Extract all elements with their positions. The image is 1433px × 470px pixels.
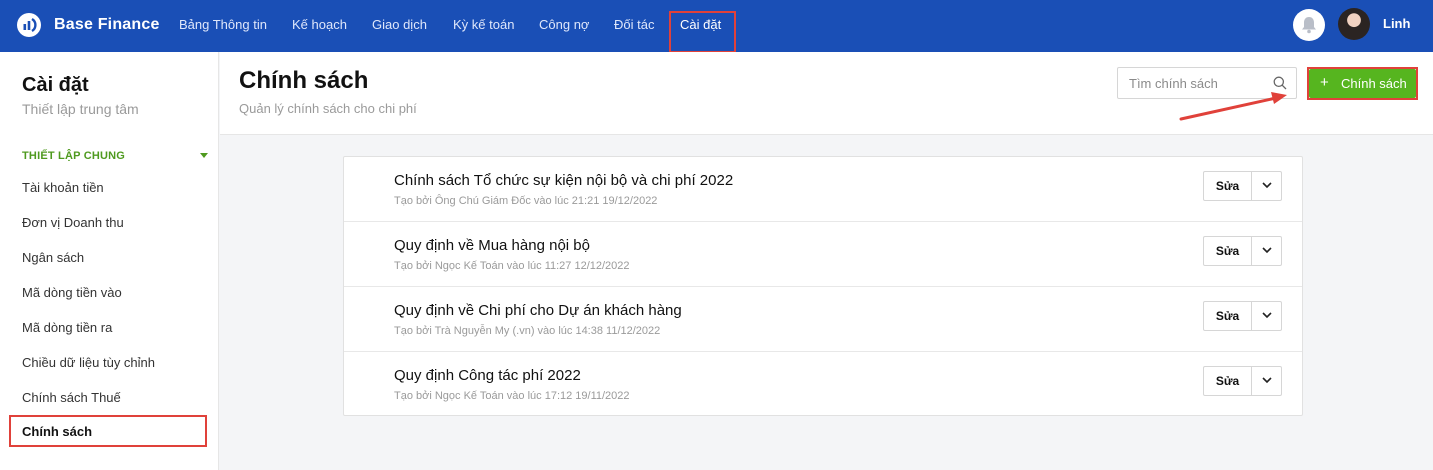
annotation-arrow-icon <box>1179 92 1287 121</box>
nav-item-dashboard[interactable]: Bảng Thông tin <box>179 17 267 32</box>
policy-row[interactable]: Quy định Công tác phí 2022 Tạo bởi Ngọc … <box>344 352 1302 417</box>
policy-row[interactable]: Chính sách Tổ chức sự kiện nội bộ và chi… <box>344 157 1302 222</box>
annotation-highlight-add-button <box>1307 67 1418 100</box>
sidebar-subtitle: Thiết lập trung tâm <box>22 101 139 117</box>
nav-item-plans[interactable]: Kế hoạch <box>292 17 347 32</box>
policy-row[interactable]: Quy định về Chi phí cho Dự án khách hàng… <box>344 287 1302 352</box>
edit-button[interactable]: Sửa <box>1204 367 1252 395</box>
sidebar-item-budgets[interactable]: Ngân sách <box>22 250 84 265</box>
caret-down-icon[interactable] <box>200 153 208 158</box>
policy-title[interactable]: Chính sách Tổ chức sự kiện nội bộ và chi… <box>394 172 733 189</box>
sidebar-item-cash-in-codes[interactable]: Mã dòng tiền vào <box>22 285 122 300</box>
edit-button[interactable]: Sửa <box>1204 172 1252 200</box>
top-nav-bar: Base Finance Bảng Thông tin Kế hoạch Gia… <box>0 0 1433 53</box>
sidebar-item-cash-accounts[interactable]: Tài khoản tiền <box>22 180 104 195</box>
sidebar-item-revenue-units[interactable]: Đơn vị Doanh thu <box>22 215 124 230</box>
sidebar-item-tax-policies[interactable]: Chính sách Thuế <box>22 390 121 405</box>
edit-button[interactable]: Sửa <box>1204 302 1252 330</box>
policy-actions: Sửa <box>1203 366 1282 396</box>
policy-list: Chính sách Tổ chức sự kiện nội bộ và chi… <box>343 156 1303 416</box>
more-actions-button[interactable] <box>1253 237 1281 265</box>
more-actions-button[interactable] <box>1253 367 1281 395</box>
more-actions-button[interactable] <box>1253 302 1281 330</box>
notification-button[interactable] <box>1293 9 1325 41</box>
more-actions-button[interactable] <box>1253 172 1281 200</box>
settings-sidebar: Cài đặt Thiết lập trung tâm THIẾT LẬP CH… <box>0 52 219 470</box>
policy-actions: Sửa <box>1203 236 1282 266</box>
brand-logo-icon[interactable] <box>17 13 41 37</box>
policy-meta: Tạo bởi Ông Chú Giám Đốc vào lúc 21:21 1… <box>394 195 658 207</box>
nav-item-accounting-periods[interactable]: Kỳ kế toán <box>453 17 514 32</box>
chevron-down-icon <box>1262 182 1272 189</box>
nav-item-transactions[interactable]: Giao dịch <box>372 17 427 32</box>
chevron-down-icon <box>1262 377 1272 384</box>
policy-title[interactable]: Quy định về Chi phí cho Dự án khách hàng <box>394 302 682 319</box>
policy-meta: Tạo bởi Ngọc Kế Toán vào lúc 17:12 19/11… <box>394 390 630 402</box>
user-name[interactable]: Linh <box>1383 16 1410 31</box>
nav-item-partners[interactable]: Đối tác <box>614 17 654 32</box>
sidebar-section-general[interactable]: THIẾT LẬP CHUNG <box>22 150 125 162</box>
policy-meta: Tạo bởi Ngọc Kế Toán vào lúc 11:27 12/12… <box>394 260 630 272</box>
sidebar-item-custom-dimensions[interactable]: Chiều dữ liệu tùy chỉnh <box>22 355 155 370</box>
policy-title[interactable]: Quy định về Mua hàng nội bộ <box>394 237 590 254</box>
policy-title[interactable]: Quy định Công tác phí 2022 <box>394 367 581 384</box>
policy-actions: Sửa <box>1203 171 1282 201</box>
user-avatar[interactable] <box>1338 8 1370 40</box>
bell-icon <box>1302 17 1316 34</box>
policy-row[interactable]: Quy định về Mua hàng nội bộ Tạo bởi Ngọc… <box>344 222 1302 287</box>
page-title: Chính sách <box>239 67 369 94</box>
policy-actions: Sửa <box>1203 301 1282 331</box>
nav-item-debts[interactable]: Công nợ <box>539 17 589 32</box>
annotation-highlight-settings <box>669 11 736 53</box>
sidebar-title: Cài đặt <box>22 74 89 96</box>
chevron-down-icon <box>1262 312 1272 319</box>
search-icon[interactable] <box>1273 76 1287 90</box>
page-subtitle: Quản lý chính sách cho chi phí <box>239 101 417 116</box>
chevron-down-icon <box>1262 247 1272 254</box>
sidebar-item-cash-out-codes[interactable]: Mã dòng tiền ra <box>22 320 112 335</box>
annotation-highlight-policies <box>9 415 207 447</box>
policy-meta: Tạo bởi Trà Nguyễn My (.vn) vào lúc 14:3… <box>394 325 661 337</box>
brand-name[interactable]: Base Finance <box>54 16 160 34</box>
edit-button[interactable]: Sửa <box>1204 237 1252 265</box>
